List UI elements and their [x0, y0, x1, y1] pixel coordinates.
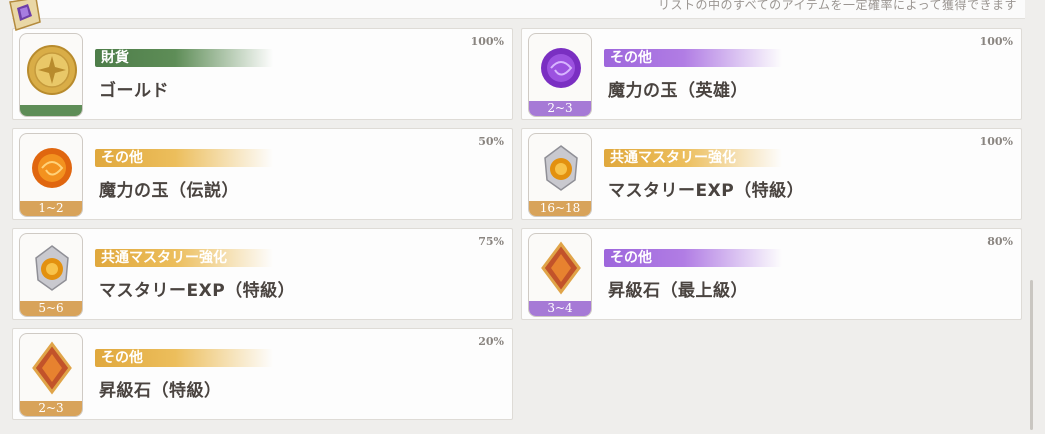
- item-footer: [20, 105, 82, 116]
- drop-chance: 100%: [979, 135, 1013, 148]
- item-quantity: 3~4: [529, 301, 591, 316]
- item-quantity: 5~6: [20, 301, 82, 316]
- category-tag: 財貨: [95, 49, 273, 67]
- category-tag: 共通マスタリー強化: [95, 249, 273, 267]
- reward-card[interactable]: 財貨 ゴールド 100%: [12, 28, 513, 120]
- reward-card[interactable]: 2~3 その他 魔力の玉（英雄） 100%: [521, 28, 1022, 120]
- list-header: リストの中のすべてのアイテムを一定確率によって獲得できます: [12, 0, 1025, 19]
- item-thumbnail: 16~18: [528, 133, 592, 217]
- reward-card[interactable]: 16~18 共通マスタリー強化 マスタリーEXP（特級） 100%: [521, 128, 1022, 220]
- item-thumbnail: 5~6: [19, 233, 83, 317]
- drop-chance: 100%: [979, 35, 1013, 48]
- item-name: 魔力の玉（伝説）: [99, 181, 239, 201]
- reward-card[interactable]: 5~6 共通マスタリー強化 マスタリーEXP（特級） 75%: [12, 228, 513, 320]
- item-quantity: 16~18: [529, 201, 591, 216]
- drop-chance: 50%: [478, 135, 504, 148]
- scrollbar[interactable]: [1030, 280, 1033, 430]
- item-name: 昇級石（最上級）: [608, 281, 748, 301]
- drop-chance: 100%: [470, 35, 504, 48]
- list-note: リストの中のすべてのアイテムを一定確率によって獲得できます: [657, 0, 1017, 12]
- item-name: マスタリーEXP（特級）: [608, 181, 805, 201]
- item-quantity: 2~3: [20, 401, 82, 416]
- category-tag: その他: [604, 49, 782, 67]
- drop-chance: 80%: [987, 235, 1013, 248]
- item-name: マスタリーEXP（特級）: [99, 281, 296, 301]
- item-thumbnail: 1~2: [19, 133, 83, 217]
- item-thumbnail: 3~4: [528, 233, 592, 317]
- reward-card[interactable]: 3~4 その他 昇級石（最上級） 80%: [521, 228, 1022, 320]
- category-tag: 共通マスタリー強化: [604, 149, 782, 167]
- item-quantity: 1~2: [20, 201, 82, 216]
- category-tag: その他: [95, 149, 273, 167]
- reward-card[interactable]: 2~3 その他 昇級石（特級） 20%: [12, 328, 513, 420]
- item-quantity: 2~3: [529, 101, 591, 116]
- item-name: ゴールド: [99, 81, 169, 101]
- item-thumbnail: 2~3: [19, 333, 83, 417]
- crystal-badge-icon: [9, 0, 41, 31]
- reward-card[interactable]: 1~2 その他 魔力の玉（伝説） 50%: [12, 128, 513, 220]
- item-thumbnail: [19, 33, 83, 117]
- drop-chance: 20%: [478, 335, 504, 348]
- item-thumbnail: 2~3: [528, 33, 592, 117]
- item-name: 魔力の玉（英雄）: [608, 81, 748, 101]
- category-tag: その他: [604, 249, 782, 267]
- item-name: 昇級石（特級）: [99, 381, 222, 401]
- drop-chance: 75%: [478, 235, 504, 248]
- category-tag: その他: [95, 349, 273, 367]
